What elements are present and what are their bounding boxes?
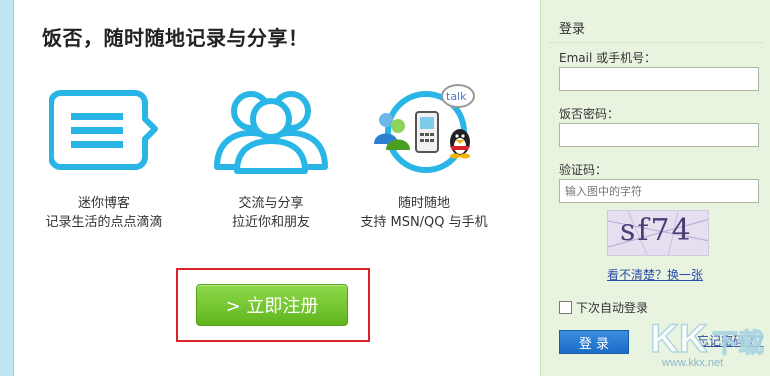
email-field[interactable] bbox=[559, 67, 759, 91]
captcha-image[interactable]: sf74 bbox=[607, 210, 709, 256]
im-apps-icon: talk bbox=[349, 80, 499, 180]
login-title: 登录 bbox=[559, 22, 586, 37]
password-label: 饭否密码： bbox=[559, 107, 620, 121]
divider bbox=[549, 42, 763, 43]
captcha-label: 验证码： bbox=[559, 163, 608, 177]
people-icon bbox=[196, 80, 346, 180]
feature-title: 交流与分享 bbox=[238, 196, 304, 211]
svg-text:talk: talk bbox=[446, 90, 467, 103]
remember-checkbox[interactable] bbox=[559, 301, 572, 314]
password-field[interactable] bbox=[559, 123, 759, 147]
forgot-password-link[interactable]: 忘记密码了? bbox=[697, 332, 763, 349]
page-title: 饭否，随时随地记录与分享！ bbox=[42, 26, 309, 50]
feature-share: 交流与分享 拉近你和朋友 bbox=[196, 80, 346, 232]
remember-label: 下次自动登录 bbox=[576, 301, 649, 315]
login-button[interactable]: 登 录 bbox=[559, 330, 629, 354]
captcha-image-text: sf74 bbox=[620, 213, 693, 248]
feature-desc: 拉近你和朋友 bbox=[231, 215, 310, 230]
intro-panel: 饭否，随时随地记录与分享！ 迷你博客 记录生活的点点滴滴 交流与分享 拉近你和朋… bbox=[14, 0, 540, 376]
page: 饭否，随时随地记录与分享！ 迷你博客 记录生活的点点滴滴 交流与分享 拉近你和朋… bbox=[0, 0, 770, 376]
watermark-url: www.kkx.net bbox=[662, 357, 724, 369]
login-sidebar: 登录 Email 或手机号： 饭否密码： 验证码： sf74 看不清楚？换一张 … bbox=[540, 0, 770, 376]
speech-bubble-icon bbox=[29, 80, 179, 180]
feature-anywhere: talk 随时随地 支持 MSN/QQ 与手机 bbox=[349, 80, 499, 232]
feature-desc: 记录生活的点点滴滴 bbox=[45, 215, 163, 230]
captcha-refresh-link[interactable]: 看不清楚？换一张 bbox=[607, 266, 703, 283]
feature-microblog: 迷你博客 记录生活的点点滴滴 bbox=[29, 80, 179, 232]
feature-title: 随时随地 bbox=[397, 196, 450, 211]
feature-title: 迷你博客 bbox=[77, 196, 130, 211]
email-label: Email 或手机号： bbox=[559, 51, 657, 65]
left-border bbox=[0, 0, 14, 376]
register-button[interactable]: > 立即注册 bbox=[196, 284, 348, 326]
feature-desc: 支持 MSN/QQ 与手机 bbox=[360, 215, 488, 230]
captcha-input[interactable] bbox=[559, 179, 759, 203]
